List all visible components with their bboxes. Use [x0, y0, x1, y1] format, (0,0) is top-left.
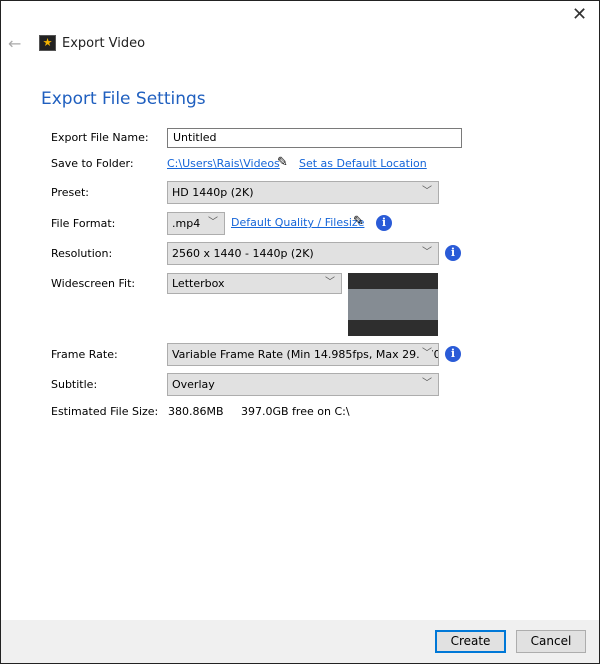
chevron-down-icon: ﹀ — [422, 186, 432, 197]
save-folder-label: Save to Folder: — [51, 157, 134, 170]
resolution-value: 2560 x 1440 - 1440p (2K) — [172, 247, 314, 260]
preset-select[interactable]: HD 1440p (2K) ﹀ — [167, 181, 439, 204]
widescreen-fit-label: Widescreen Fit: — [51, 277, 136, 290]
chevron-down-icon: ﹀ — [419, 347, 432, 361]
resolution-label: Resolution: — [51, 247, 113, 260]
resolution-select[interactable]: 2560 x 1440 - 1440p (2K) ﹀ — [167, 242, 439, 265]
window-title: Export Video — [62, 36, 146, 51]
file-name-label: Export File Name: — [51, 131, 149, 144]
frame-rate-select[interactable]: Variable Frame Rate (Min 14.985fps, Max … — [167, 343, 439, 366]
dialog-footer — [1, 620, 599, 663]
resolution-info-icon[interactable]: i — [445, 245, 461, 261]
estimated-size-label: Estimated File Size: — [51, 405, 159, 418]
format-info-icon[interactable]: i — [376, 215, 392, 231]
letterbox-preview — [348, 273, 438, 336]
estimated-size-value: 380.86MB — [168, 405, 224, 418]
cancel-button[interactable]: Cancel — [516, 630, 586, 653]
chevron-down-icon: ﹀ — [422, 378, 432, 389]
close-icon[interactable]: ✕ — [572, 4, 587, 25]
set-default-location-link[interactable]: Set as Default Location — [299, 157, 427, 170]
free-space-value: 397.0GB free on C:\ — [241, 405, 350, 418]
back-arrow-icon[interactable]: ← — [8, 34, 21, 53]
frame-rate-info-icon[interactable]: i — [445, 346, 461, 362]
edit-quality-pencil-icon[interactable]: ✎ — [353, 214, 364, 229]
quality-filesize-link[interactable]: Default Quality / Filesize — [231, 216, 364, 229]
subtitle-label: Subtitle: — [51, 378, 98, 391]
page-title: Export File Settings — [41, 89, 206, 109]
subtitle-value: Overlay — [172, 378, 215, 391]
file-name-input[interactable]: Untitled — [167, 128, 462, 148]
file-format-select[interactable]: .mp4 ﹀ — [167, 212, 225, 235]
preset-value: HD 1440p (2K) — [172, 186, 254, 199]
edit-folder-pencil-icon[interactable]: ✎ — [277, 155, 288, 170]
chevron-down-icon: ﹀ — [422, 247, 432, 258]
file-format-value: .mp4 — [172, 217, 201, 230]
widescreen-fit-select[interactable]: Letterbox ﹀ — [167, 273, 342, 294]
chevron-down-icon: ﹀ — [208, 217, 218, 228]
create-button[interactable]: Create — [435, 630, 506, 653]
chevron-down-icon: ﹀ — [325, 277, 335, 288]
file-format-label: File Format: — [51, 217, 116, 230]
subtitle-select[interactable]: Overlay ﹀ — [167, 373, 439, 396]
frame-rate-value: Variable Frame Rate (Min 14.985fps, Max … — [172, 348, 439, 361]
app-logo-icon: ★ — [39, 35, 56, 51]
save-folder-link[interactable]: C:\Users\Rais\Videos — [167, 157, 280, 170]
frame-rate-label: Frame Rate: — [51, 348, 118, 361]
preset-label: Preset: — [51, 186, 90, 199]
widescreen-fit-value: Letterbox — [172, 277, 225, 290]
letterbox-preview-frame — [348, 289, 438, 320]
